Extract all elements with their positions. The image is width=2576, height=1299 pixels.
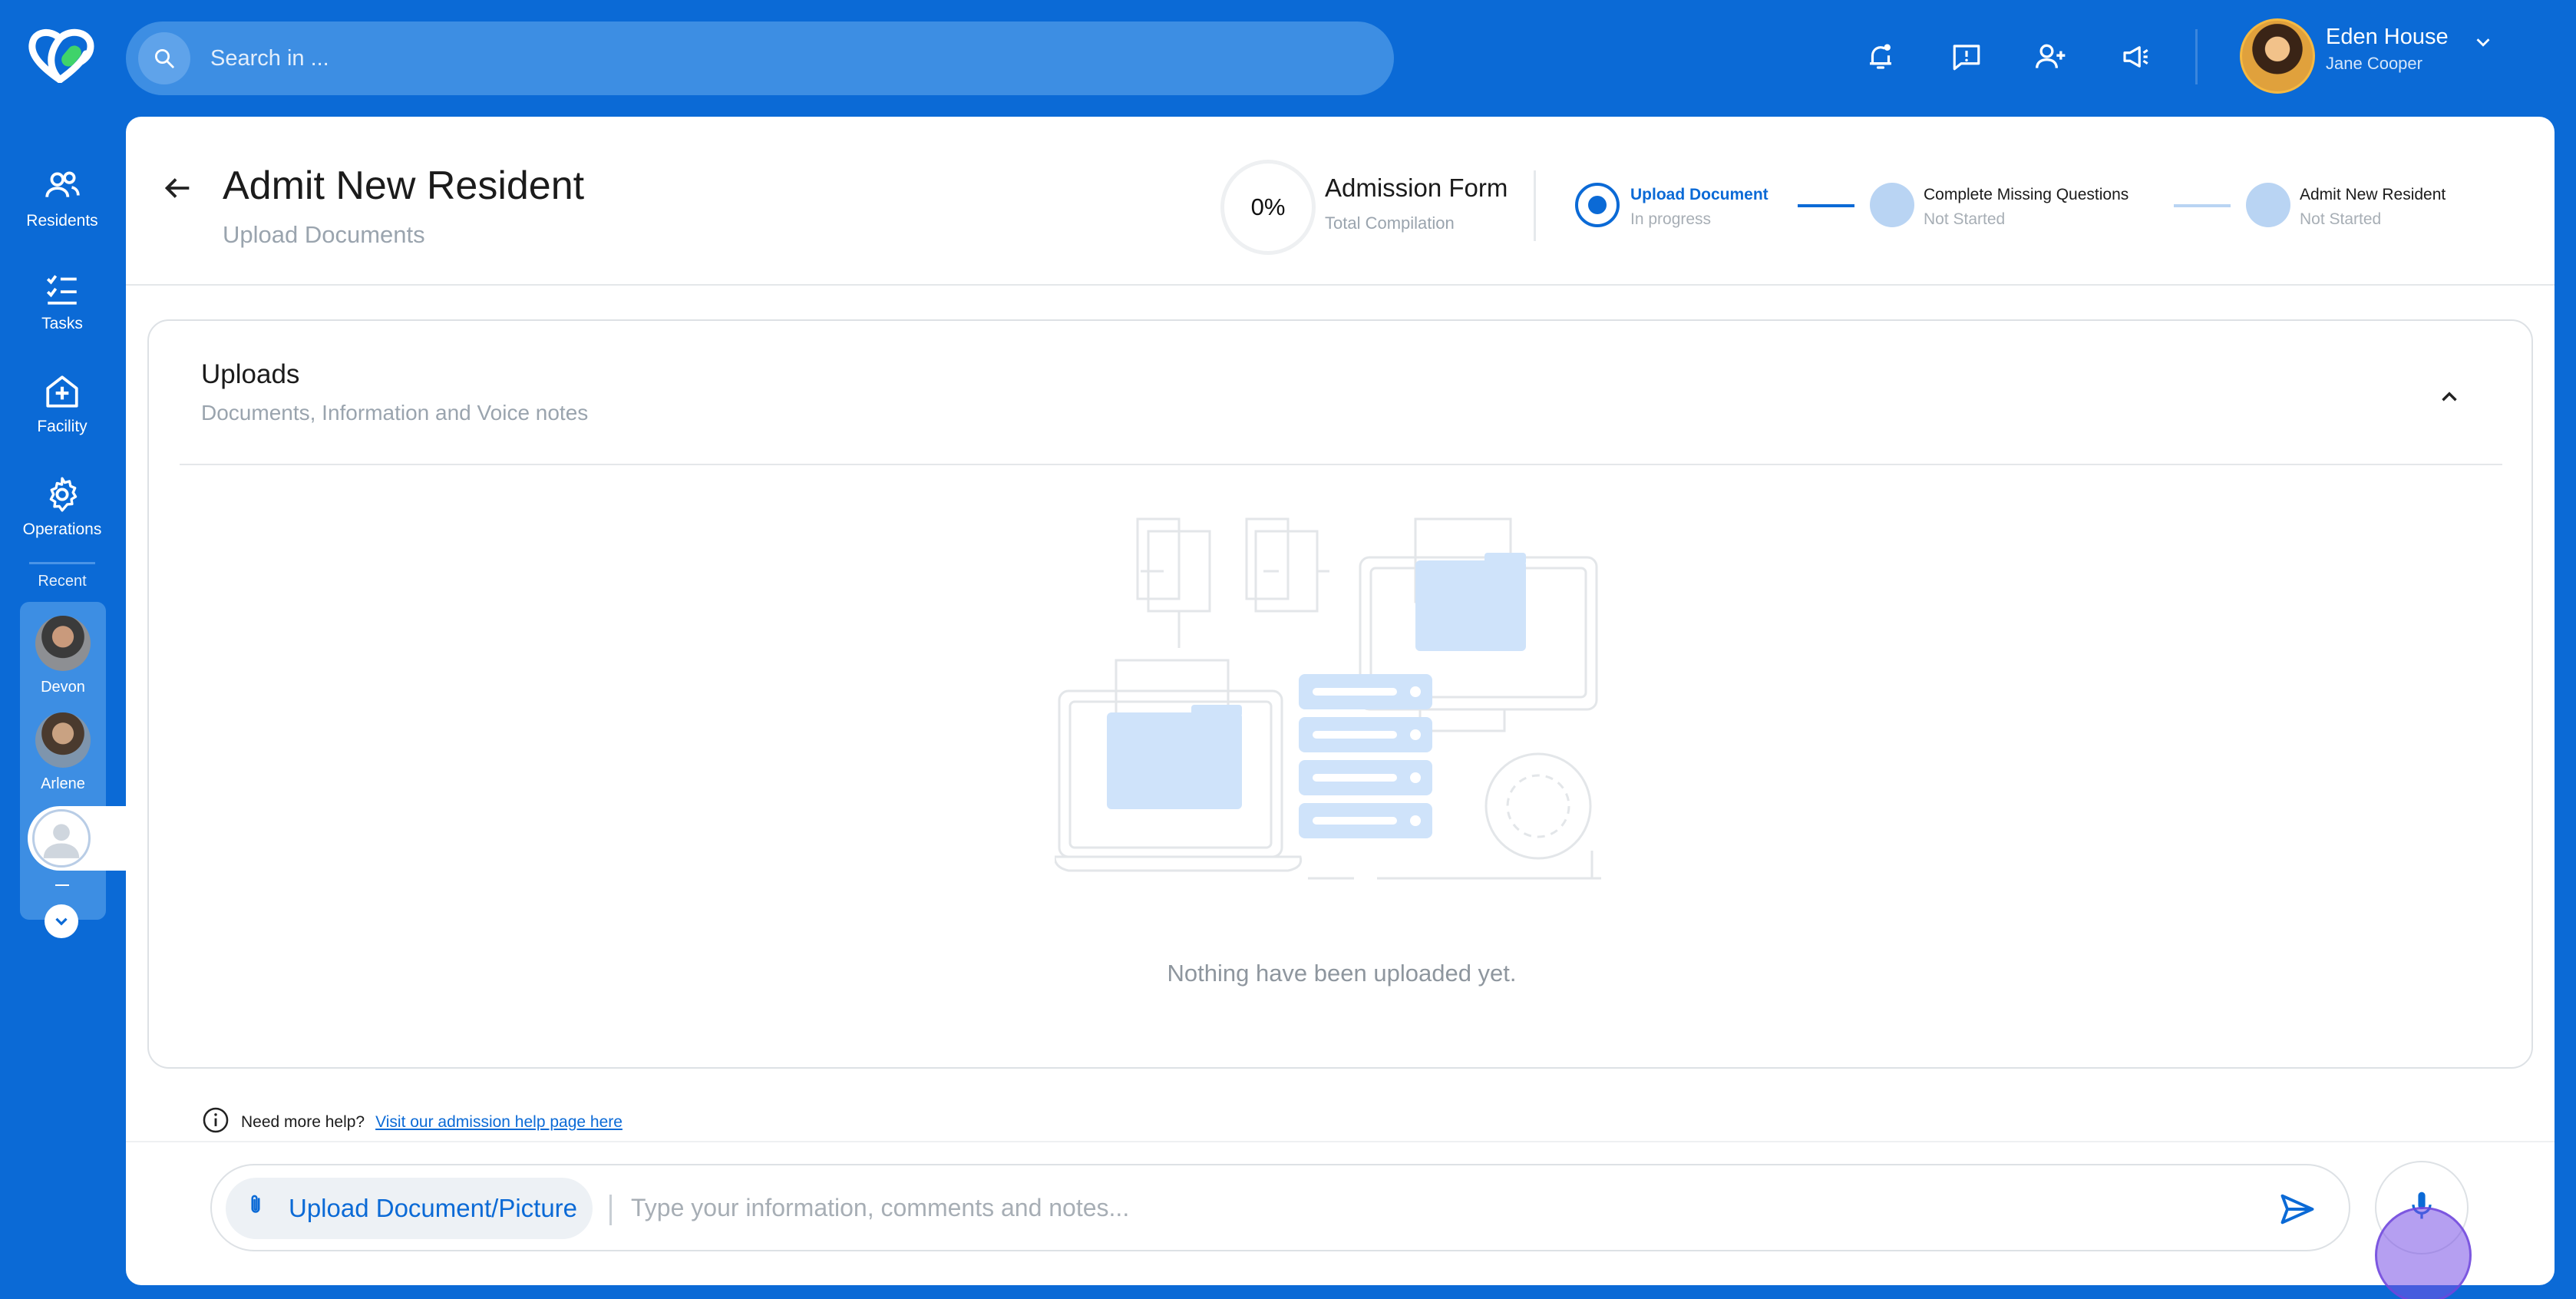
step-connector [1798, 204, 1854, 207]
app-logo[interactable] [26, 28, 98, 84]
header-separator [126, 284, 2555, 286]
step-status: Not Started [1924, 210, 2006, 228]
recent-avatar-arlene[interactable] [35, 712, 91, 768]
add-user-icon[interactable] [2029, 35, 2072, 78]
send-icon[interactable] [2274, 1185, 2321, 1233]
notes-input[interactable] [631, 1165, 2243, 1250]
users-icon [41, 164, 84, 207]
sidebar-item-facility[interactable]: Facility [0, 370, 124, 436]
facility-plus-icon [41, 370, 84, 413]
main-panel: Admit New Resident Upload Documents 0% A… [126, 117, 2555, 1285]
page-title: Admit New Resident [223, 164, 585, 208]
paperclip-icon [243, 1192, 269, 1225]
notes-composer: Upload Document/Picture [210, 1164, 2350, 1251]
page-subtitle: Upload Documents [223, 221, 425, 248]
step-indicator-active[interactable] [1575, 183, 1620, 227]
upload-button-label: Upload Document/Picture [289, 1194, 578, 1222]
recent-avatar-devon[interactable] [35, 616, 91, 671]
sidebar-item-operations[interactable]: Operations [0, 473, 124, 539]
avatar[interactable] [2240, 18, 2315, 94]
composer-divider [609, 1195, 612, 1225]
search-icon[interactable] [138, 32, 190, 84]
uploads-title: Uploads [201, 359, 300, 389]
sidebar-item-label: Operations [22, 521, 102, 538]
user-subtitle: Jane Cooper [2326, 54, 2422, 73]
sidebar-item-label: Residents [26, 212, 98, 230]
chevron-down-icon[interactable] [2472, 31, 2502, 61]
card-separator [180, 464, 2502, 465]
form-subtitle: Total Compilation [1325, 213, 1455, 233]
uploads-subtitle: Documents, Information and Voice notes [201, 401, 589, 425]
search-bar[interactable] [126, 21, 1394, 95]
step-title[interactable]: Admit New Resident [2300, 186, 2446, 204]
announcement-icon[interactable] [2114, 35, 2157, 78]
header-divider [1534, 170, 1536, 241]
search-input[interactable] [210, 21, 1362, 95]
user-name: Eden House [2326, 25, 2449, 49]
step-title[interactable]: Complete Missing Questions [1924, 186, 2129, 204]
user-menu[interactable]: Eden House Jane Cooper [2240, 18, 2493, 97]
sidebar-item-residents[interactable]: Residents [0, 164, 124, 230]
step-indicator-pending[interactable] [1870, 183, 1914, 227]
sidebar-item-label: Tasks [41, 315, 83, 332]
empty-uploads-illustration [1055, 517, 1601, 880]
back-arrow-icon[interactable] [160, 170, 200, 210]
upload-document-button[interactable]: Upload Document/Picture [226, 1178, 593, 1239]
form-title: Admission Form [1325, 174, 1508, 202]
recent-avatar-placeholder[interactable] [32, 809, 91, 868]
recent-label: Recent [38, 573, 87, 590]
recent-residents-list: Devon Arlene [20, 602, 106, 920]
recent-name-placeholder [55, 884, 69, 886]
recent-name[interactable]: Devon [20, 679, 106, 696]
help-line: Need more help? Visit our admission help… [201, 1107, 623, 1138]
sidebar-item-tasks[interactable]: Tasks [0, 267, 124, 333]
sidebar-divider [29, 562, 95, 564]
help-text: Need more help? [241, 1113, 365, 1131]
sidebar-item-label: Facility [37, 418, 88, 435]
gear-icon [41, 473, 84, 516]
footer-separator [126, 1141, 2555, 1142]
recent-name[interactable]: Arlene [20, 775, 106, 793]
help-link[interactable]: Visit our admission help page here [375, 1113, 623, 1132]
chevron-up-icon[interactable] [2430, 378, 2469, 416]
step-indicator-pending[interactable] [2246, 183, 2290, 227]
notification-bell-icon[interactable] [1859, 35, 1902, 78]
step-title[interactable]: Upload Document [1630, 186, 1769, 204]
progress-indicator: 0% [1220, 160, 1316, 255]
header-divider [2195, 29, 2198, 84]
click-indicator [2375, 1207, 2472, 1299]
step-connector [2174, 204, 2231, 207]
scroll-down-icon[interactable] [45, 904, 78, 938]
step-status: In progress [1630, 210, 1712, 228]
uploads-card: Uploads Documents, Information and Voice… [147, 319, 2533, 1069]
report-message-icon[interactable] [1945, 35, 1988, 78]
step-status: Not Started [2300, 210, 2382, 228]
checklist-icon [41, 267, 84, 310]
info-icon [201, 1106, 230, 1139]
progress-value: 0% [1250, 193, 1286, 220]
empty-state-message: Nothing have been uploaded yet. [1167, 960, 1517, 987]
